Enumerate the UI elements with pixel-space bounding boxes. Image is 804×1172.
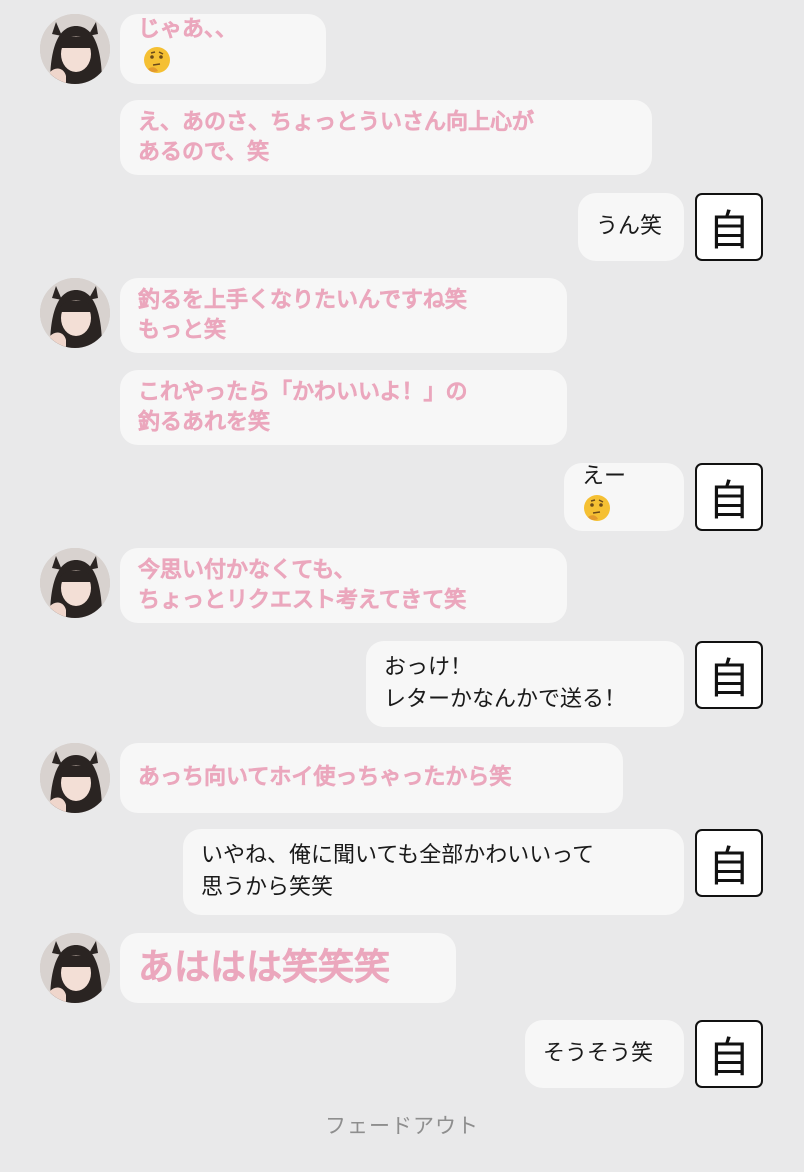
message-text: えー [582,461,666,533]
avatar [40,278,110,348]
message-line: 釣るあれを笑 [138,409,271,435]
avatar [40,14,110,84]
message-text: じゃあ、、 [138,15,308,84]
message-text: あっち向いてホイ使っちゃったから笑 [138,765,512,790]
avatar [40,933,110,1003]
avatar-photo [40,743,110,813]
self-message-bubble: そうそう笑 [525,1020,684,1088]
message-line: おっけ！ [384,655,473,680]
message-line: ちょっとリクエスト考えてきて笑 [138,587,467,613]
message-text: あははは笑笑笑 [138,947,391,988]
self-label-box: 自 [695,641,763,709]
message-line: 思うから笑笑 [201,875,334,900]
avatar-photo [40,278,110,348]
self-label-box: 自 [695,1020,763,1088]
message-line: いやね、俺に聞いても全部かわいいって [201,843,595,868]
self-label-box: 自 [695,829,763,897]
message-line: あるので、笑 [138,139,270,165]
self-label-box: 自 [695,463,763,531]
self-message-bubble: えー [564,463,684,531]
message-bubble: 今思い付かなくても、 ちょっとリクエスト考えてきて笑 [120,548,567,623]
avatar-photo [40,548,110,618]
self-label-box: 自 [695,193,763,261]
thinking-face-icon [582,493,666,533]
avatar [40,743,110,813]
avatar-photo [40,14,110,84]
message-bubble: じゃあ、、 [120,14,326,84]
message-line: もっと笑 [138,317,227,343]
message-line: え、あのさ、ちょっとういさん向上心が [138,109,535,135]
avatar [40,548,110,618]
message-text: うん笑 [596,214,663,239]
message-line: 釣るを上手くなりたいんですね笑 [138,287,467,313]
message-bubble: あははは笑笑笑 [120,933,456,1003]
message-line: これやったら「かわいいよ！」の [138,379,468,405]
thinking-face-icon [142,45,308,84]
message-line: レターかなんかで送る！ [384,687,627,712]
message-line: 今思い付かなくても、 [138,557,356,583]
self-message-bubble: おっけ！ レターかなんかで送る！ [366,641,684,727]
message-text: そうそう笑 [543,1041,654,1066]
message-bubble: え、あのさ、ちょっとういさん向上心が あるので、笑 [120,100,652,175]
message-bubble: これやったら「かわいいよ！」の 釣るあれを笑 [120,370,567,445]
message-bubble: あっち向いてホイ使っちゃったから笑 [120,743,623,813]
footer-caption: フェードアウト [325,1114,479,1138]
self-message-bubble: いやね、俺に聞いても全部かわいいって 思うから笑笑 [183,829,684,915]
self-message-bubble: うん笑 [578,193,684,261]
message-bubble: 釣るを上手くなりたいんですね笑 もっと笑 [120,278,567,353]
avatar-photo [40,933,110,1003]
